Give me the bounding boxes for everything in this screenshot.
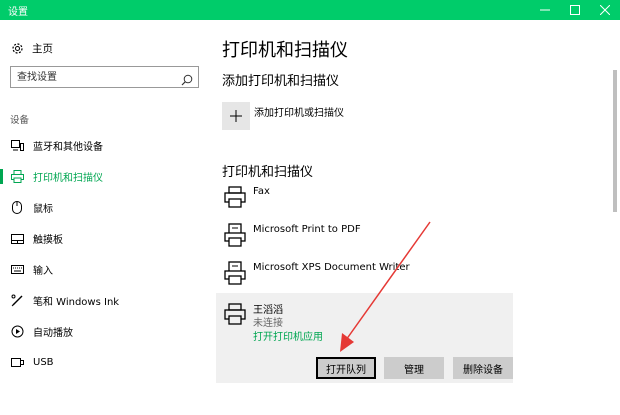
remove-device-button[interactable]: 删除设备 xyxy=(453,357,513,379)
manage-button[interactable]: 管理 xyxy=(384,357,444,379)
sidebar-item-label: 蓝牙和其他设备 xyxy=(33,142,103,153)
minimize-button[interactable] xyxy=(530,0,560,20)
sidebar-item-pen[interactable]: 笔和 Windows Ink xyxy=(0,285,208,316)
sidebar-item-label: 输入 xyxy=(33,266,53,277)
sidebar-item-label: 自动播放 xyxy=(33,328,73,339)
search-box[interactable] xyxy=(10,66,199,88)
add-section-title: 添加打印机和扫描仪 xyxy=(222,74,340,89)
sidebar-item-label: 笔和 Windows Ink xyxy=(33,297,120,308)
home-link[interactable]: 主页 xyxy=(10,40,53,56)
open-queue-button[interactable]: 打开队列 xyxy=(316,357,376,379)
fax-printer-icon xyxy=(222,184,248,210)
keyboard-icon xyxy=(10,263,24,277)
printer-icon xyxy=(10,170,24,184)
sidebar-item-label: 触摸板 xyxy=(33,235,63,246)
printer-icon xyxy=(222,301,248,327)
mouse-icon xyxy=(10,201,24,215)
sidebar-item-label: 鼠标 xyxy=(33,204,53,215)
maximize-button[interactable] xyxy=(560,0,590,20)
scrollbar[interactable] xyxy=(613,70,617,212)
pen-icon xyxy=(10,294,24,308)
add-printer-label: 添加打印机或扫描仪 xyxy=(254,108,344,119)
sidebar-item-mouse[interactable]: 鼠标 xyxy=(0,192,208,223)
printers-section-title: 打印机和扫描仪 xyxy=(222,165,314,180)
search-icon[interactable] xyxy=(181,71,193,90)
bluetooth-devices-icon xyxy=(10,139,24,153)
sidebar-item-label: 打印机和扫描仪 xyxy=(33,173,103,184)
printer-name: Fax xyxy=(253,186,270,197)
home-label: 主页 xyxy=(32,42,53,55)
printer-name: Microsoft XPS Document Writer xyxy=(253,262,410,273)
printer-item-fax[interactable]: Fax xyxy=(222,184,512,216)
maximize-icon xyxy=(570,5,580,15)
minimize-icon xyxy=(540,9,550,11)
sidebar-item-usb[interactable]: USB xyxy=(0,347,208,378)
pdf-printer-icon xyxy=(222,222,248,248)
sidebar-item-label: USB xyxy=(33,357,54,368)
sidebar-nav: 蓝牙和其他设备 打印机和扫描仪 鼠标 触摸板 输入 笔和 Windows Ink… xyxy=(0,130,208,378)
selected-printer-panel[interactable]: 王滔滔 未连接 打开打印机应用 打开队列 管理 删除设备 xyxy=(216,293,513,383)
add-printer-button[interactable]: 添加打印机或扫描仪 xyxy=(222,102,344,130)
touchpad-icon xyxy=(10,232,24,246)
sidebar-item-touchpad[interactable]: 触摸板 xyxy=(0,223,208,254)
printer-item-xps[interactable]: Microsoft XPS Document Writer xyxy=(222,260,512,292)
plus-icon xyxy=(222,102,250,130)
sidebar-item-autoplay[interactable]: 自动播放 xyxy=(0,316,208,347)
printer-name: Microsoft Print to PDF xyxy=(253,224,361,235)
section-label-devices: 设备 xyxy=(10,115,30,126)
sidebar-item-bluetooth[interactable]: 蓝牙和其他设备 xyxy=(0,130,208,161)
xps-printer-icon xyxy=(222,260,248,286)
autoplay-icon xyxy=(10,325,24,339)
printer-status: 未连接 xyxy=(253,318,283,329)
title-bar: 设置 xyxy=(0,0,620,20)
main-content: 打印机和扫描仪 添加打印机和扫描仪 添加打印机或扫描仪 打印机和扫描仪 Fax … xyxy=(208,20,620,415)
close-icon xyxy=(600,5,610,15)
page-title: 打印机和扫描仪 xyxy=(222,40,348,61)
open-printer-app-link[interactable]: 打开打印机应用 xyxy=(253,328,323,343)
printer-item-pdf[interactable]: Microsoft Print to PDF xyxy=(222,222,512,254)
sidebar-item-printers[interactable]: 打印机和扫描仪 xyxy=(0,161,208,192)
sidebar: 主页 设备 蓝牙和其他设备 打印机和扫描仪 鼠标 xyxy=(0,20,208,415)
close-button[interactable] xyxy=(590,0,620,20)
usb-icon xyxy=(10,356,24,370)
window-title: 设置 xyxy=(8,7,28,18)
sidebar-item-typing[interactable]: 输入 xyxy=(0,254,208,285)
gear-icon xyxy=(10,41,24,55)
search-input[interactable] xyxy=(11,67,171,87)
